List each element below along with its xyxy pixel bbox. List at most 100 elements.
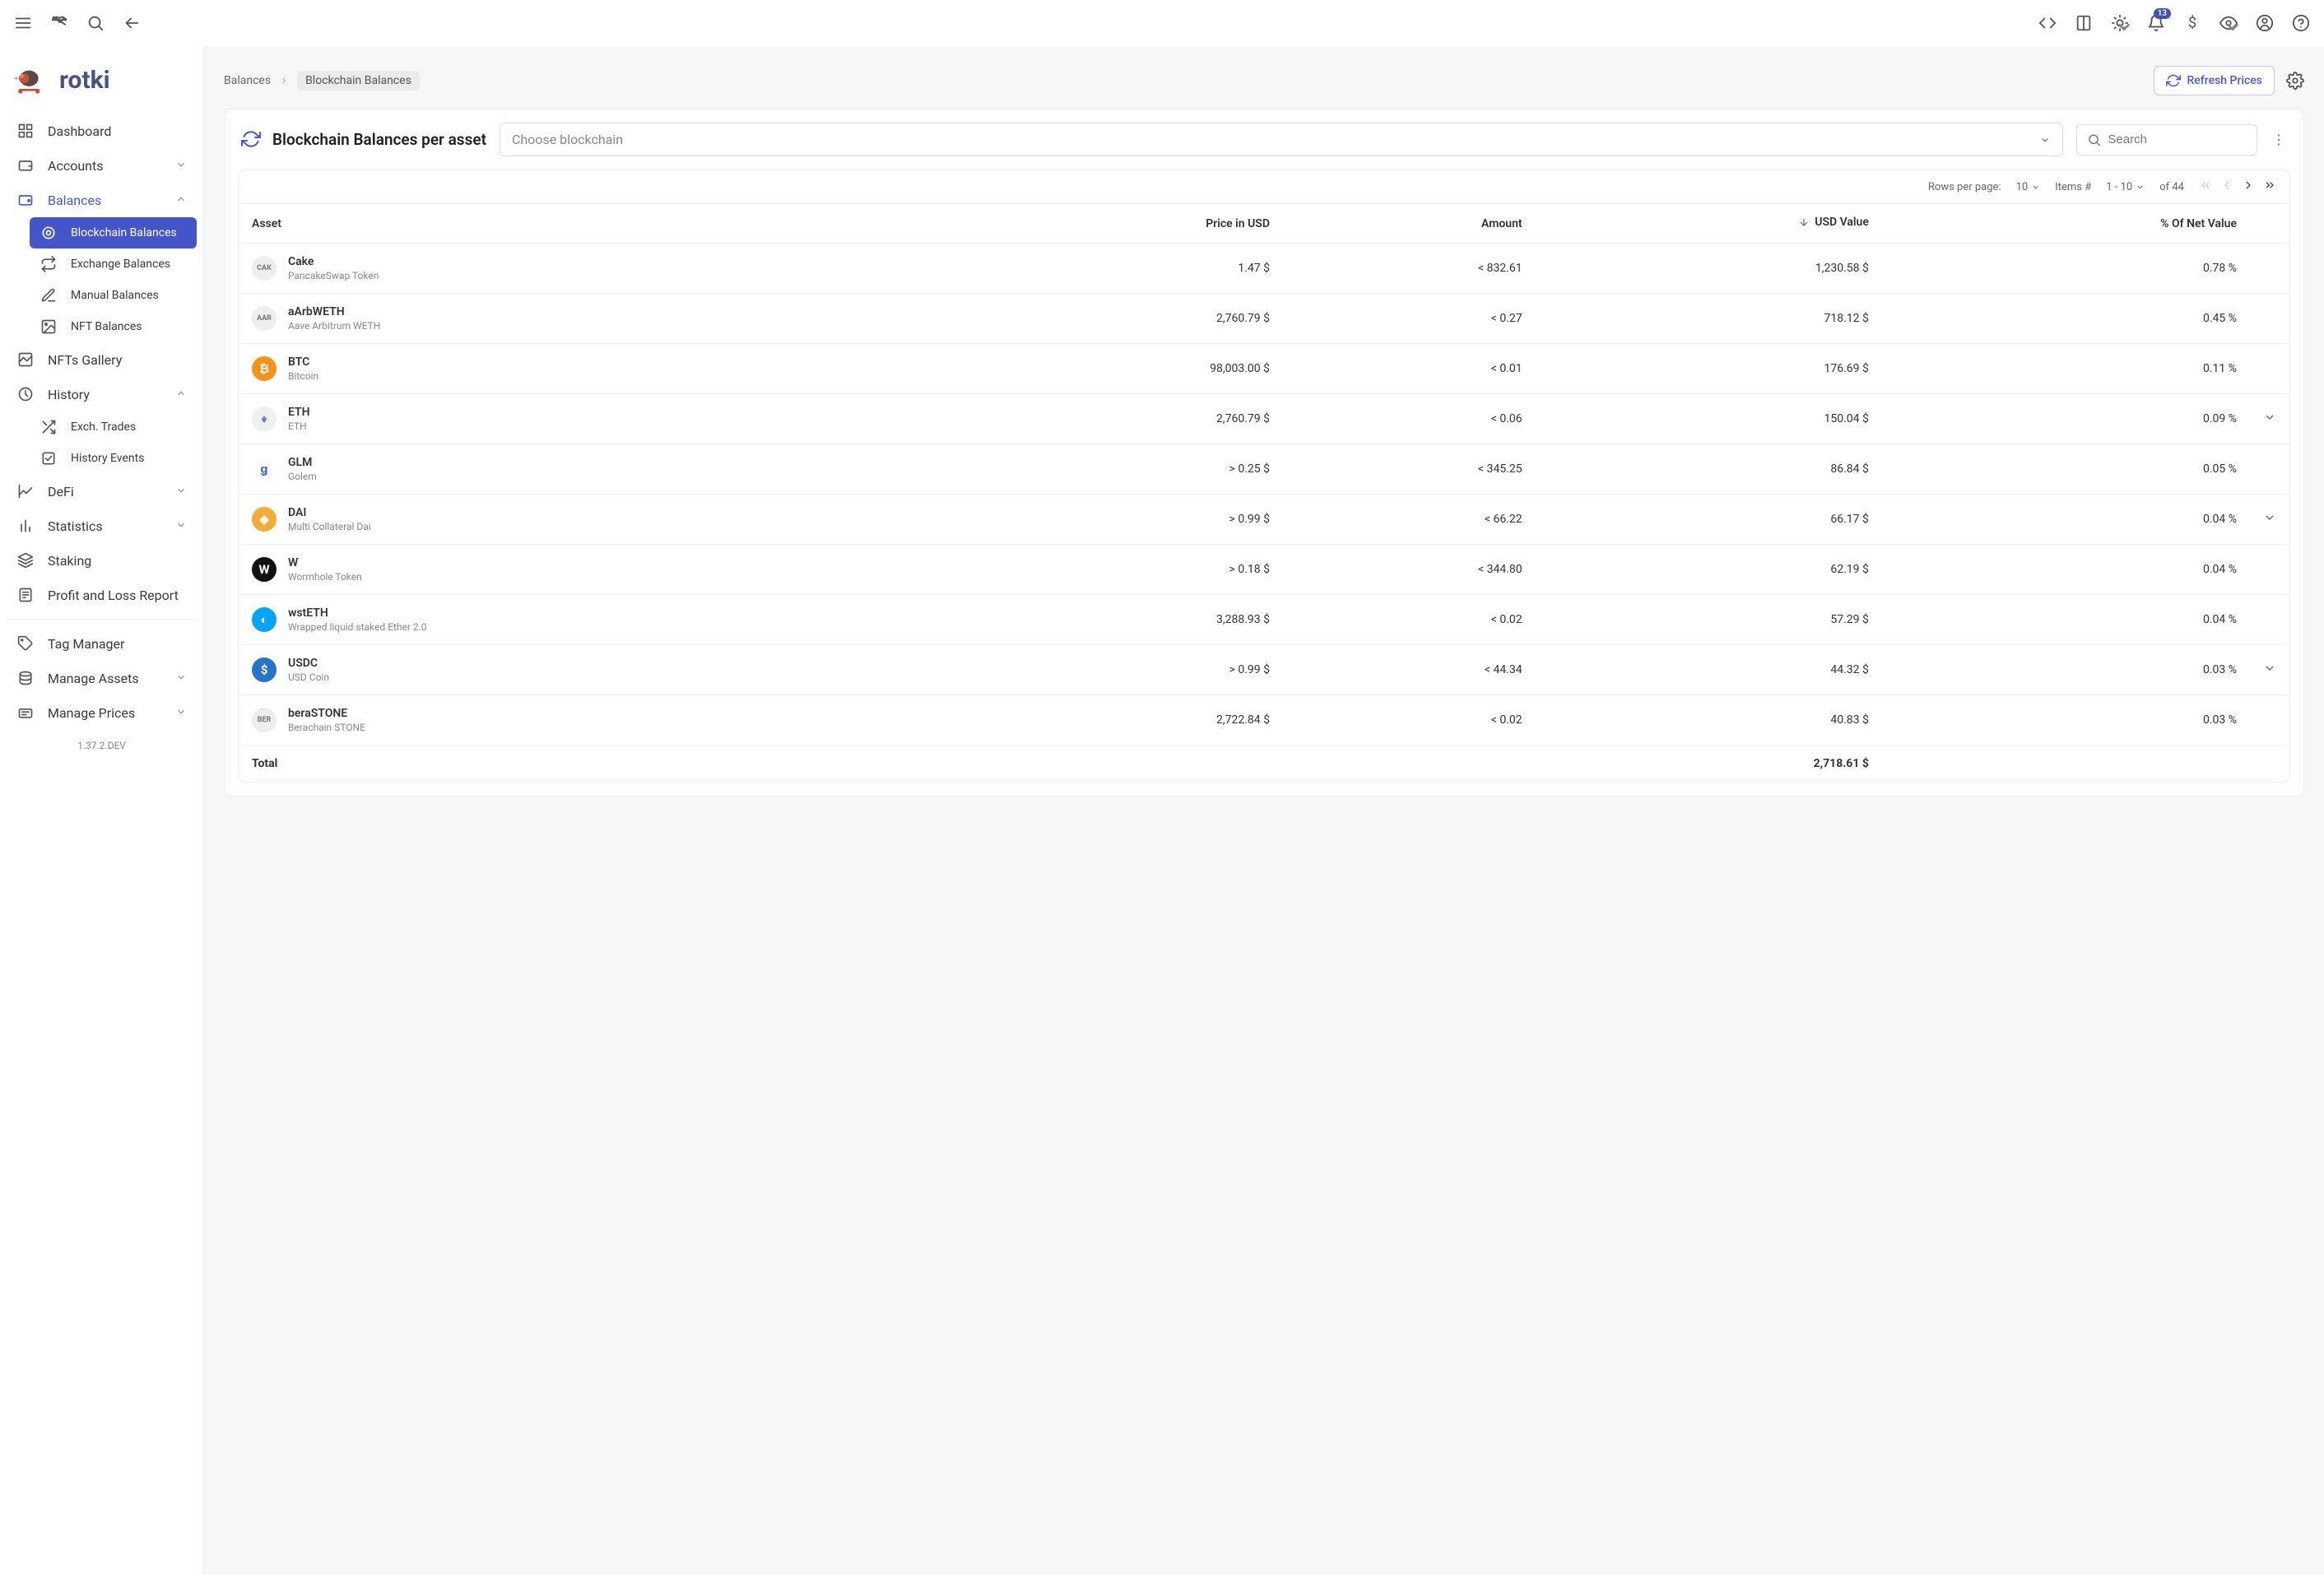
table-row[interactable]: BERberaSTONEBerachain STONE2,722.84 $< 0… bbox=[239, 695, 2289, 746]
cell-pct: 0.03 % bbox=[1882, 695, 2250, 746]
cell-amount: < 0.02 bbox=[1283, 695, 1536, 746]
blockchain-dropdown[interactable]: Choose blockchain bbox=[500, 123, 2063, 156]
items-label: Items # bbox=[2055, 181, 2091, 193]
asset-symbol: W bbox=[288, 556, 362, 569]
chevron-down-icon bbox=[175, 158, 187, 174]
asset-name: ETH bbox=[288, 420, 310, 432]
sidebar-item-history-events[interactable]: History Events bbox=[30, 443, 197, 474]
chevron-down-icon bbox=[175, 671, 187, 686]
logo[interactable]: rotki bbox=[7, 53, 197, 114]
sidebar-item-balances[interactable]: Balances bbox=[7, 183, 197, 217]
cell-price: 3,288.93 $ bbox=[960, 595, 1283, 645]
more-menu-icon[interactable]: ⋮ bbox=[2271, 132, 2287, 147]
sidebar-item-exchange-balances[interactable]: Exchange Balances bbox=[30, 249, 197, 280]
table-row[interactable]: ♦ETHETH2,760.79 $< 0.06150.04 $0.09 % bbox=[239, 394, 2289, 444]
cell-usd: 176.69 $ bbox=[1536, 344, 1882, 394]
col-amount[interactable]: Amount bbox=[1283, 204, 1536, 244]
refresh-prices-button[interactable]: Refresh Prices bbox=[2154, 66, 2275, 95]
expand-row-button[interactable] bbox=[2263, 414, 2276, 427]
help-icon[interactable] bbox=[2291, 13, 2311, 33]
cell-pct: 0.05 % bbox=[1882, 444, 2250, 495]
sidebar-item-exch-trades[interactable]: Exch. Trades bbox=[30, 411, 197, 443]
table-row[interactable]: AARaArbWETHAave Arbitrum WETH2,760.79 $<… bbox=[239, 294, 2289, 344]
col-price[interactable]: Price in USD bbox=[960, 204, 1283, 244]
total-row: Total 2,718.61 $ bbox=[239, 746, 2289, 783]
chevron-down-icon bbox=[2039, 134, 2051, 146]
sidebar-item-accounts[interactable]: Accounts bbox=[7, 148, 197, 183]
search-box[interactable] bbox=[2076, 124, 2257, 156]
search-icon[interactable] bbox=[86, 13, 105, 33]
chevron-right-icon bbox=[279, 76, 289, 86]
table-row[interactable]: ₿BTCBitcoin98,003.00 $< 0.01176.69 $0.11… bbox=[239, 344, 2289, 394]
sidebar-item-staking[interactable]: Staking bbox=[7, 543, 197, 578]
code-icon[interactable] bbox=[2038, 13, 2057, 33]
cell-price: 98,003.00 $ bbox=[960, 344, 1283, 394]
settings-icon[interactable] bbox=[2286, 72, 2304, 90]
stats-icon bbox=[16, 517, 35, 535]
menu-icon[interactable] bbox=[13, 13, 33, 33]
table-row[interactable]: WWWormhole Token> 0.18 $< 344.8062.19 $0… bbox=[239, 545, 2289, 595]
currency-icon[interactable]: $ bbox=[2182, 13, 2202, 33]
sidebar-item-blockchain-balances[interactable]: Blockchain Balances bbox=[30, 217, 197, 249]
search-input[interactable] bbox=[2108, 132, 2247, 146]
asset-icon: CAK bbox=[252, 256, 277, 281]
table-row[interactable]: $USDCUSD Coin> 0.99 $< 44.3444.32 $0.03 … bbox=[239, 645, 2289, 695]
sidebar-item-manual-balances[interactable]: Manual Balances bbox=[30, 280, 197, 311]
pager-prev-button[interactable] bbox=[2220, 179, 2233, 195]
asset-name: Wrapped liquid staked Ether 2.0 bbox=[288, 621, 427, 633]
sidebar-item-history[interactable]: History bbox=[7, 377, 197, 411]
col-pct[interactable]: % Of Net Value bbox=[1882, 204, 2250, 244]
refresh-icon[interactable] bbox=[241, 129, 263, 151]
cell-amount: < 344.80 bbox=[1283, 545, 1536, 595]
sidebar-item-tag-manager[interactable]: Tag Manager bbox=[7, 626, 197, 661]
table-row[interactable]: ◈DAIMulti Collateral Dai> 0.99 $< 66.226… bbox=[239, 495, 2289, 545]
asset-icon: $ bbox=[252, 657, 277, 682]
sidebar-item-nft-balances[interactable]: NFT Balances bbox=[30, 311, 197, 342]
cell-pct: 0.11 % bbox=[1882, 344, 2250, 394]
sidebar-item-manage-prices[interactable]: Manage Prices bbox=[7, 695, 197, 730]
cell-pct: 0.04 % bbox=[1882, 495, 2250, 545]
cell-usd: 718.12 $ bbox=[1536, 294, 1882, 344]
asset-icon: BER bbox=[252, 708, 277, 732]
notifications-icon[interactable]: 13 bbox=[2146, 13, 2166, 33]
asset-icon: AAR bbox=[252, 306, 277, 331]
cell-amount: < 0.01 bbox=[1283, 344, 1536, 394]
sidebar-item-label: History Events bbox=[71, 452, 144, 465]
back-icon[interactable] bbox=[122, 13, 142, 33]
sidebar-item-label: Statistics bbox=[48, 518, 103, 534]
nft-icon bbox=[40, 318, 58, 336]
account-icon[interactable] bbox=[2255, 13, 2275, 33]
sidebar-item-manage-assets[interactable]: Manage Assets bbox=[7, 661, 197, 695]
pager: Rows per page: 10 Items # 1 - 10 of 44 bbox=[239, 170, 2289, 203]
sidebar-item-dashboard[interactable]: Dashboard bbox=[7, 114, 197, 148]
expand-row-button[interactable] bbox=[2263, 514, 2276, 527]
breadcrumb-root[interactable]: Balances bbox=[224, 74, 271, 87]
rows-per-page-dropdown[interactable]: 10 bbox=[2016, 181, 2041, 193]
sidebar-item-nfts-gallery[interactable]: NFTs Gallery bbox=[7, 342, 197, 377]
asset-name: PancakeSwap Token bbox=[288, 270, 379, 281]
wallet-icon bbox=[16, 156, 35, 174]
pager-first-button[interactable] bbox=[2199, 179, 2212, 195]
table-row[interactable]: ◐wstETHWrapped liquid staked Ether 2.03,… bbox=[239, 595, 2289, 645]
pager-last-button[interactable] bbox=[2263, 179, 2276, 195]
cell-price: 1.47 $ bbox=[960, 244, 1283, 294]
expand-row-button[interactable] bbox=[2263, 665, 2276, 678]
report-icon bbox=[16, 586, 35, 604]
sidebar-item-defi[interactable]: DeFi bbox=[7, 474, 197, 509]
visibility-icon[interactable] bbox=[2219, 13, 2238, 33]
items-range-dropdown[interactable]: 1 - 10 bbox=[2106, 181, 2145, 193]
col-asset[interactable]: Asset bbox=[239, 204, 960, 244]
col-usd[interactable]: USD Value bbox=[1536, 204, 1882, 244]
asset-symbol: aArbWETH bbox=[288, 305, 380, 318]
sidebar-item-label: NFT Balances bbox=[71, 320, 142, 333]
sidebar-item-pnl[interactable]: Profit and Loss Report bbox=[7, 578, 197, 612]
cell-price: 2,722.84 $ bbox=[960, 695, 1283, 746]
table-row[interactable]: ǥGLMGolem> 0.25 $< 345.2586.84 $0.05 % bbox=[239, 444, 2289, 495]
sidebar-item-statistics[interactable]: Statistics bbox=[7, 509, 197, 543]
table-row[interactable]: CAKCakePancakeSwap Token1.47 $< 832.611,… bbox=[239, 244, 2289, 294]
theme-icon[interactable] bbox=[2110, 13, 2130, 33]
privacy-icon[interactable] bbox=[49, 13, 69, 33]
asset-name: Berachain STONE bbox=[288, 722, 365, 733]
pager-next-button[interactable] bbox=[2242, 179, 2255, 195]
book-icon[interactable] bbox=[2074, 13, 2094, 33]
